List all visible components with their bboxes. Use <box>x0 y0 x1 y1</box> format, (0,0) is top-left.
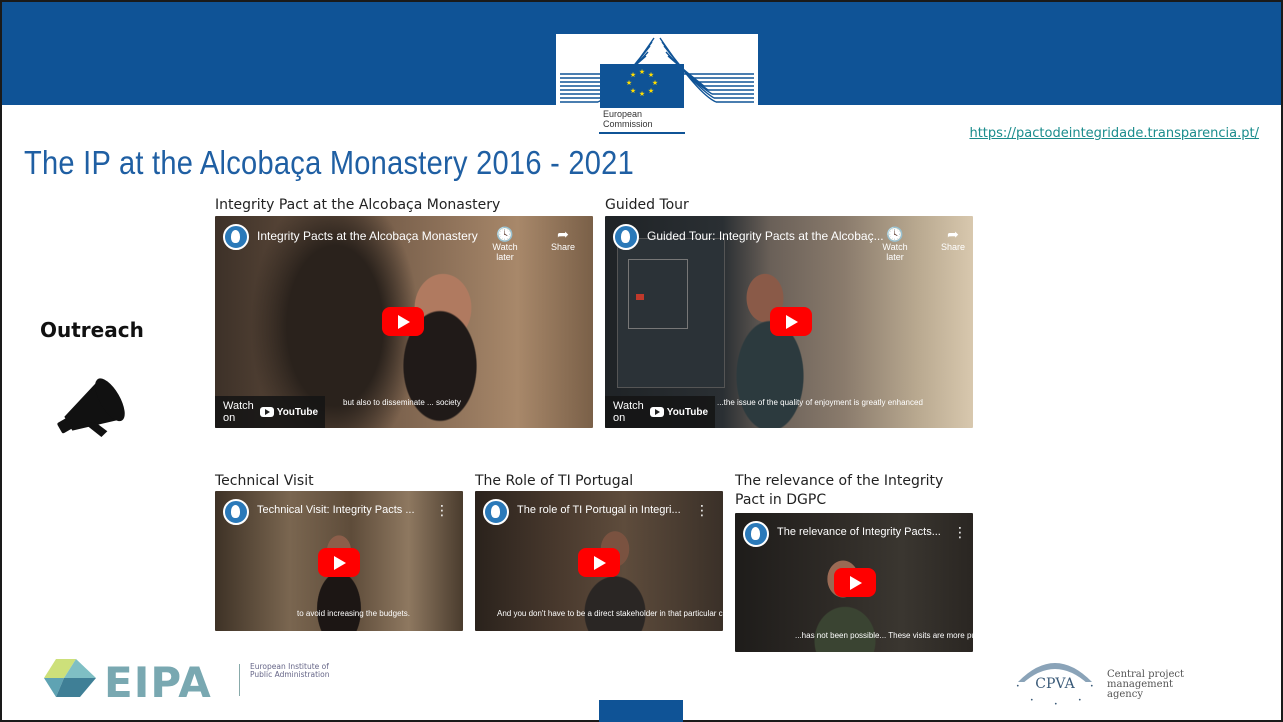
eipa-wordmark: EIPA <box>104 658 212 707</box>
watch-later-button[interactable]: 🕓 Watch later <box>483 226 527 262</box>
ec-underline <box>599 132 685 134</box>
channel-avatar[interactable] <box>483 499 509 525</box>
video-subtitle: ...has not been possible... These visits… <box>795 631 973 640</box>
eipa-separator <box>239 664 240 696</box>
megaphone-icon <box>57 378 125 437</box>
watch-later-label: Watch later <box>492 242 518 262</box>
video-title[interactable]: Integrity Pacts at the Alcobaça Monaster… <box>257 229 478 243</box>
website-link[interactable]: https://pactodeintegridade.transparencia… <box>969 126 1259 141</box>
share-label: Share <box>550 242 576 252</box>
channel-avatar[interactable] <box>743 521 769 547</box>
youtube-icon: YouTube <box>649 407 708 418</box>
watch-on-label: Watch on <box>613 400 644 424</box>
svg-text:★: ★ <box>639 90 645 98</box>
more-options-icon[interactable]: ⋮ <box>695 503 709 519</box>
ec-label-line2: Commission <box>603 119 653 129</box>
play-button[interactable] <box>318 548 360 577</box>
channel-avatar[interactable] <box>223 224 249 250</box>
video-player-4[interactable]: The role of TI Portugal in Integri... ⋮ … <box>475 491 723 631</box>
cpva-wordmark: CPVA <box>1035 676 1075 692</box>
watch-later-label: Watch later <box>882 242 908 262</box>
play-button[interactable] <box>382 307 424 336</box>
svg-text:•: • <box>1090 683 1094 690</box>
channel-avatar[interactable] <box>223 499 249 525</box>
video-caption-3: Technical Visit <box>215 473 314 489</box>
watch-on-label: Watch on <box>223 400 254 424</box>
video-caption-1: Integrity Pact at the Alcobaça Monastery <box>215 197 501 213</box>
video-subtitle: And you don't have to be a direct stakeh… <box>497 609 723 618</box>
outreach-label: Outreach <box>40 318 144 342</box>
svg-text:★: ★ <box>639 68 645 76</box>
video-caption-2: Guided Tour <box>605 197 689 213</box>
svg-text:★: ★ <box>630 71 636 79</box>
cpva-subtitle: Central project management agency <box>1107 669 1184 700</box>
play-button[interactable] <box>770 307 812 336</box>
video-subtitle: but also to disseminate ... society <box>343 398 461 407</box>
video-caption-5: The relevance of the Integrity Pact in D… <box>735 473 944 508</box>
video-subtitle: ...the issue of the quality of enjoyment… <box>717 398 923 407</box>
svg-text:•: • <box>1054 701 1058 708</box>
bottom-accent-tab <box>599 700 683 722</box>
video-caption-4: The Role of TI Portugal <box>475 473 634 489</box>
watch-later-button[interactable]: 🕓 Watch later <box>873 226 917 262</box>
watch-on-youtube-button[interactable]: Watch on YouTube <box>605 396 715 428</box>
video-player-5[interactable]: The relevance of Integrity Pacts... ⋮ ..… <box>735 513 973 652</box>
ec-label-line1: European <box>603 109 643 119</box>
svg-text:•: • <box>1030 697 1034 704</box>
eipa-subtitle: European Institute of Public Administrat… <box>250 662 330 679</box>
video-title[interactable]: Guided Tour: Integrity Pacts at the Alco… <box>647 229 884 243</box>
channel-avatar[interactable] <box>613 224 639 250</box>
youtube-icon: YouTube <box>259 407 318 418</box>
svg-text:★: ★ <box>626 79 632 87</box>
play-button[interactable] <box>578 548 620 577</box>
share-button[interactable]: ➦ Share <box>931 226 973 252</box>
play-button[interactable] <box>834 568 876 597</box>
share-label: Share <box>940 242 966 252</box>
floor-plan-board <box>617 238 725 388</box>
video-player-1[interactable]: Integrity Pacts at the Alcobaça Monaster… <box>215 216 593 428</box>
watch-on-youtube-button[interactable]: Watch on YouTube <box>215 396 325 428</box>
video-title[interactable]: The relevance of Integrity Pacts... <box>777 526 941 538</box>
cpva-logo: CPVA • • • • • <box>1016 663 1094 708</box>
slide-title: The IP at the Alcobaça Monastery 2016 - … <box>24 144 635 181</box>
share-icon: ➦ <box>947 226 959 242</box>
video-title[interactable]: Technical Visit: Integrity Pacts ... <box>257 504 415 516</box>
video-subtitle: to avoid increasing the budgets. <box>297 609 410 618</box>
svg-text:★: ★ <box>630 87 636 95</box>
video-player-2[interactable]: Guided Tour: Integrity Pacts at the Alco… <box>605 216 973 428</box>
svg-text:•: • <box>1016 683 1020 690</box>
share-icon: ➦ <box>557 226 569 242</box>
svg-text:•: • <box>1078 697 1082 704</box>
video-title[interactable]: The role of TI Portugal in Integri... <box>517 504 681 516</box>
more-options-icon[interactable]: ⋮ <box>435 503 449 519</box>
more-options-icon[interactable]: ⋮ <box>953 525 967 541</box>
svg-text:★: ★ <box>652 79 658 87</box>
share-button[interactable]: ➦ Share <box>541 226 585 252</box>
svg-text:★: ★ <box>648 71 654 79</box>
clock-icon: 🕓 <box>496 226 514 242</box>
clock-icon: 🕓 <box>886 226 904 242</box>
eipa-logo <box>44 659 96 697</box>
svg-text:★: ★ <box>648 87 654 95</box>
video-player-3[interactable]: Technical Visit: Integrity Pacts ... ⋮ t… <box>215 491 463 631</box>
european-commission-label: European Commission <box>603 109 687 129</box>
